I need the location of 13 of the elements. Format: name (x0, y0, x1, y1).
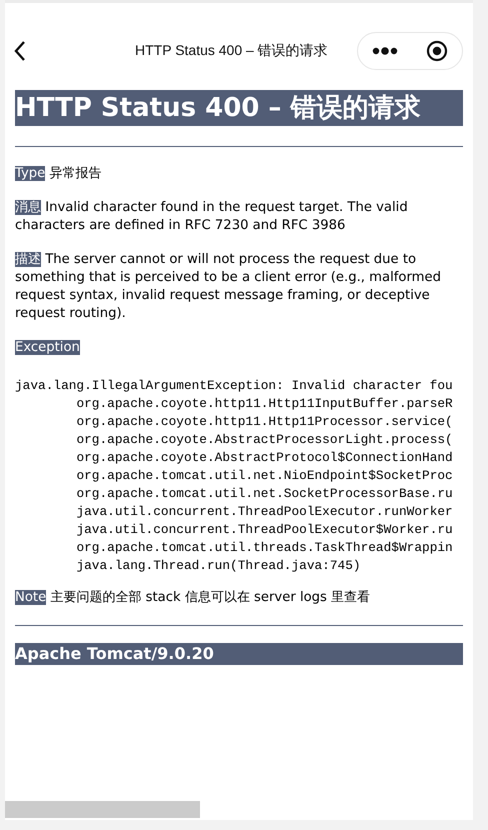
field-text: Type 异常报告 (15, 165, 102, 183)
stack-trace: java.lang.IllegalArgumentException: Invalid character fou org.apache.coyote.http11.Http11InputBuffer.parseR org.apache.coyote.http11.Http11Processor.service( org.apache.coyote.AbstractProcessorLight.process( org.apache.coyote.AbstractProtocol$ConnectionHand org.apache.tomcat.util.net.NioEndpoint$SocketProc org.apache.tomcat.util.net.SocketProcessorBase.ru java.util.concurrent.ThreadPoolExecutor.runWorker java.util.concurrent.ThreadPoolExecutor$Worker.ru org.apache.tomcat.util.threads.TaskThread$Wrappin java.lang.Thread.run(Thread.java:745) (15, 377, 453, 575)
field-text: 消息 Invalid character found in the request target. The valid characters are defined in RFC 7230 and RFC 3986 (15, 199, 409, 235)
back-icon[interactable] (13, 40, 27, 62)
field-text: 描述 The server cannot or will not process the request due to something that is perceived to be a client error (e.g., malformed request syntax, invalid request message framing, or deceptive request routing). (15, 251, 442, 323)
more-icon[interactable] (372, 47, 398, 55)
page-title: HTTP Status 400 – 错误的请求 (135, 42, 328, 60)
section-label: Exception (15, 339, 81, 357)
page-heading: HTTP Status 400 – 错误的请求 (15, 90, 463, 126)
server-version: Apache Tomcat/9.0.20 (15, 643, 463, 665)
scrollbar[interactable] (5, 801, 200, 818)
close-icon[interactable] (426, 40, 448, 62)
note-text: Note 主要问题的全部 stack 信息可以在 server logs 里查看 (15, 589, 372, 607)
